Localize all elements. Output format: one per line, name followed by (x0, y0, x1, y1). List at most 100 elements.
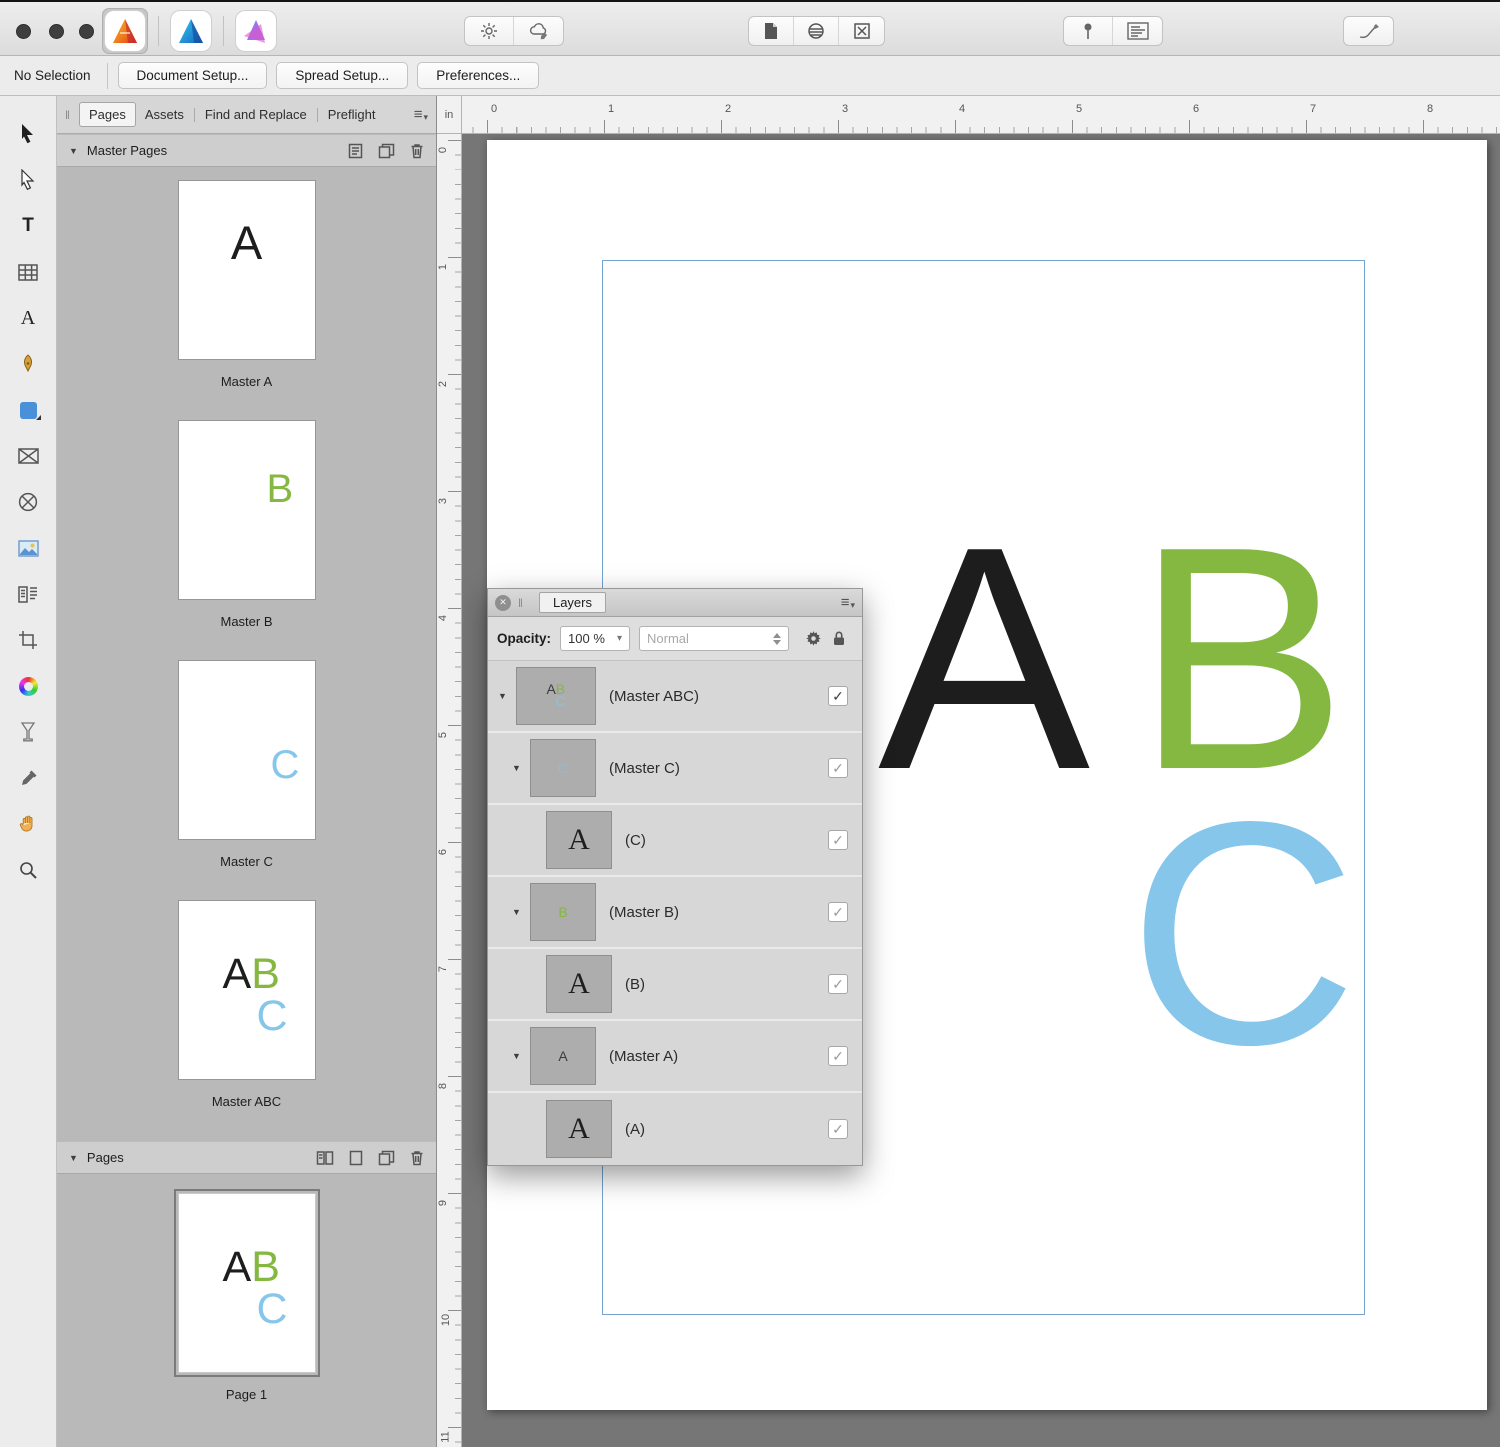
view-tool[interactable] (11, 808, 45, 840)
list-lines-button[interactable] (1113, 17, 1162, 45)
place-image-tool[interactable] (11, 532, 45, 564)
add-page-icon[interactable] (349, 1150, 363, 1166)
layer-settings-button[interactable] (804, 629, 823, 648)
tab-assets[interactable]: Assets (136, 103, 193, 126)
master-b-thumbnail[interactable]: B (179, 421, 315, 599)
photo-persona-button[interactable] (234, 9, 278, 53)
tab-pages[interactable]: Pages (79, 102, 136, 127)
page-item[interactable]: AB C Page 1 (179, 1194, 315, 1405)
panel-grip[interactable]: ‖ (65, 108, 71, 122)
zoom-window-button[interactable] (79, 24, 94, 39)
disclosure-triangle-icon[interactable]: ▼ (512, 1051, 530, 1061)
minimize-window-button[interactable] (49, 24, 64, 39)
preferences-button[interactable]: Preferences... (417, 62, 539, 89)
layer-visibility-checkbox[interactable]: ✓ (828, 1046, 848, 1066)
layer-thumbnail[interactable]: B (530, 883, 596, 941)
spread-setup-button[interactable]: Spread Setup... (276, 62, 408, 89)
artistic-text-tool[interactable]: A (11, 302, 45, 334)
opacity-dropdown[interactable]: 100 % ▾ (560, 626, 630, 651)
horizontal-ruler[interactable]: 0 1 2 3 4 5 6 7 8 (462, 96, 1500, 134)
master-abc-thumbnail[interactable]: AB C (179, 901, 315, 1079)
layer-row-master-b[interactable]: ▼ B (Master B) ✓ (488, 877, 862, 949)
panel-menu-button[interactable]: ≡▾ (841, 594, 855, 611)
picture-frame-ellipse-tool[interactable] (11, 486, 45, 518)
layer-visibility-checkbox[interactable]: ✓ (828, 758, 848, 778)
text-frame-setup-tool[interactable] (11, 578, 45, 610)
layer-visibility-checkbox[interactable]: ✓ (828, 830, 848, 850)
tab-preflight[interactable]: Preflight (319, 103, 385, 126)
layer-lock-button[interactable] (832, 630, 846, 647)
layer-row-a[interactable]: A (A) ✓ (488, 1093, 862, 1165)
trash-icon[interactable] (410, 143, 424, 159)
letter-a[interactable]: A (878, 481, 1090, 836)
document-setup-button[interactable]: Document Setup... (118, 62, 268, 89)
cloud-pen-button[interactable] (514, 17, 563, 45)
page-1-thumbnail[interactable]: AB C (179, 1194, 315, 1372)
layer-visibility-checkbox[interactable]: ✓ (828, 974, 848, 994)
layer-visibility-checkbox[interactable]: ✓ (828, 1119, 848, 1139)
master-page-item[interactable]: B Master B (179, 421, 315, 632)
move-tool[interactable] (11, 118, 45, 150)
trash-icon[interactable] (410, 1150, 424, 1166)
paintbrush-button[interactable] (1344, 17, 1393, 45)
layer-visibility-checkbox[interactable]: ✓ (828, 902, 848, 922)
panel-menu-button[interactable]: ≡▾ (414, 106, 428, 123)
master-page-item[interactable]: A Master A (179, 181, 315, 392)
letter-c[interactable]: C (1128, 756, 1358, 1111)
disclosure-triangle-icon[interactable]: ▼ (498, 691, 516, 701)
transparency-tool[interactable] (11, 716, 45, 748)
tab-find-and-replace[interactable]: Find and Replace (196, 103, 316, 126)
duplicate-icon[interactable] (378, 143, 395, 159)
disclosure-triangle-icon[interactable]: ▼ (69, 1153, 78, 1163)
master-pages-section-header[interactable]: ▼ Master Pages (57, 134, 436, 167)
close-window-button[interactable] (16, 24, 31, 39)
vertical-ruler[interactable]: 0 1 2 3 4 5 6 7 8 9 10 11 (437, 134, 462, 1447)
layer-thumbnail[interactable]: A (530, 1027, 596, 1085)
duplicate-icon[interactable] (378, 1150, 395, 1166)
master-page-item[interactable]: C Master C (179, 661, 315, 872)
table-tool[interactable] (11, 256, 45, 288)
disclosure-triangle-icon[interactable]: ▼ (512, 907, 530, 917)
frame-text-tool[interactable]: T (11, 210, 45, 242)
canvas-text-line-2[interactable]: C (1128, 775, 1358, 1093)
layer-thumbnail[interactable]: A (546, 955, 612, 1013)
pin-button[interactable] (1064, 17, 1113, 45)
layer-row-master-a[interactable]: ▼ A (Master A) ✓ (488, 1021, 862, 1093)
layer-row-master-abc[interactable]: ▼ AB C (Master ABC) ✓ (488, 661, 862, 733)
crop-tool[interactable] (11, 624, 45, 656)
layer-thumbnail[interactable]: A (546, 811, 612, 869)
disclosure-triangle-icon[interactable]: ▼ (69, 146, 78, 156)
disclosure-triangle-icon[interactable]: ▼ (512, 763, 530, 773)
insert-pages-icon[interactable] (316, 1150, 334, 1166)
layer-thumbnail[interactable]: A (546, 1100, 612, 1158)
color-picker-tool[interactable] (11, 762, 45, 794)
designer-persona-button[interactable] (169, 9, 213, 53)
striped-circle-button[interactable] (794, 17, 839, 45)
panel-grip[interactable]: ‖ (518, 596, 524, 610)
pen-tool[interactable] (11, 348, 45, 380)
rectangle-tool[interactable] (11, 394, 45, 426)
publisher-persona-button[interactable] (102, 8, 148, 54)
master-page-item[interactable]: AB C Master ABC (179, 901, 315, 1112)
pages-section-header[interactable]: ▼ Pages (57, 1141, 436, 1174)
close-panel-button[interactable]: ✕ (495, 595, 511, 611)
color-tool[interactable] (11, 670, 45, 702)
zoom-tool[interactable] (11, 854, 45, 886)
layer-thumbnail[interactable]: C (530, 739, 596, 797)
picture-frame-rectangle-tool[interactable] (11, 440, 45, 472)
canvas-viewport[interactable]: AB C ✕ ‖ Layers ≡▾ Opacity: 100 % ▾ Norm… (462, 134, 1500, 1447)
master-a-thumbnail[interactable]: A (179, 181, 315, 359)
add-master-icon[interactable] (348, 143, 363, 159)
layer-row-master-c[interactable]: ▼ C (Master C) ✓ (488, 733, 862, 805)
boxed-x-button[interactable] (839, 17, 884, 45)
layer-thumbnail[interactable]: AB C (516, 667, 596, 725)
layer-row-b[interactable]: A (B) ✓ (488, 949, 862, 1021)
layer-visibility-checkbox[interactable]: ✓ (828, 686, 848, 706)
folded-page-button[interactable] (749, 17, 794, 45)
tab-layers[interactable]: Layers (539, 592, 606, 613)
master-c-thumbnail[interactable]: C (179, 661, 315, 839)
flower-button[interactable] (465, 17, 514, 45)
ruler-unit-corner[interactable]: in (437, 96, 462, 134)
layer-row-c[interactable]: A (C) ✓ (488, 805, 862, 877)
node-tool[interactable] (11, 164, 45, 196)
